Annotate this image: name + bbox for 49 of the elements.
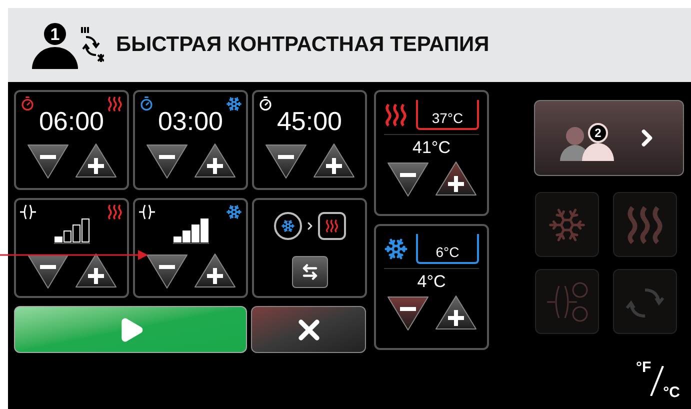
stopwatch-icon [258, 96, 273, 111]
screen-title: БЫСТРАЯ КОНТРАСТНАЯ ТЕРАПИЯ [116, 32, 490, 58]
decrease-button[interactable] [26, 142, 70, 180]
cancel-button[interactable] [251, 306, 366, 353]
celsius-label: °C [663, 385, 680, 400]
compression-icon [139, 204, 155, 220]
swap-button[interactable] [292, 256, 328, 288]
stopwatch-icon [20, 96, 35, 111]
fahrenheit-label: °F [636, 360, 652, 375]
user-number-badge: 2 [588, 123, 608, 143]
swap-arrows-icon [300, 263, 318, 281]
heat-waves-icon [324, 219, 338, 233]
heat-waves-icon [107, 204, 123, 220]
snowflake-icon [226, 204, 242, 220]
increase-button[interactable] [192, 252, 236, 290]
timer-value: 03:00 [158, 108, 224, 134]
snowflake-icon [384, 237, 408, 261]
next-user-button[interactable]: 2 [534, 100, 684, 176]
increase-button[interactable] [312, 142, 356, 180]
unit-toggle[interactable]: °F °C [636, 360, 680, 400]
decrease-button[interactable] [144, 142, 188, 180]
heat-waves-icon [625, 204, 665, 244]
snowflake-icon [226, 96, 242, 112]
increase-button[interactable] [192, 142, 236, 180]
snowflake-icon [280, 219, 294, 233]
user-number-badge: 1 [42, 21, 68, 47]
start-button[interactable] [14, 306, 247, 353]
heat-waves-icon [384, 103, 408, 127]
target-temperature: 4°C [417, 273, 446, 290]
timer-value: 06:00 [38, 108, 104, 134]
decrease-button[interactable] [386, 160, 430, 198]
users-drawing [560, 127, 614, 161]
decrease-button[interactable] [264, 142, 308, 180]
decrease-button[interactable] [386, 294, 430, 332]
decrease-button[interactable] [144, 252, 188, 290]
water-temperature: 6°C [436, 245, 460, 262]
stopwatch-icon [139, 96, 154, 111]
timer-value: 45:00 [276, 108, 342, 134]
water-temperature: 37°C [432, 111, 464, 128]
compression-icon [545, 280, 589, 324]
increase-button[interactable] [74, 142, 118, 180]
heat-waves-icon [107, 96, 123, 112]
person-icon [32, 47, 78, 69]
slash-icon [650, 366, 664, 396]
increase-button[interactable] [434, 160, 478, 198]
compression-icon [20, 204, 36, 220]
increase-button[interactable] [434, 294, 478, 332]
target-temperature: 41°C [412, 139, 450, 156]
increase-button[interactable] [74, 252, 118, 290]
